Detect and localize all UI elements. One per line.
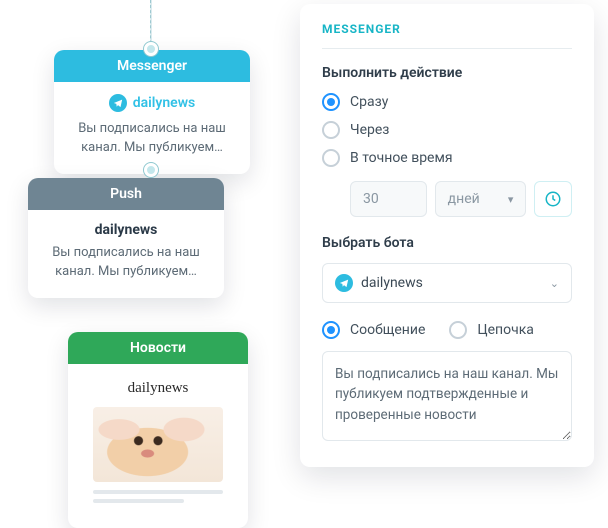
card-header: Новости [68,332,248,364]
radio-icon [322,149,340,167]
radio-icon [449,321,467,339]
message-preview: Вы подписались на наш канал. Мы публикуе… [68,120,236,158]
card-push[interactable]: Push dailynews Вы подписались на наш кан… [28,178,224,298]
chevron-down-icon: ▾ [508,193,514,206]
panel-title: MESSENGER [322,22,572,36]
delay-value-input[interactable]: 30 [350,181,427,217]
radio-icon [322,321,340,339]
bot-select[interactable]: dailynews ⌄ [322,263,572,303]
bot-section-label: Выбрать бота [322,235,572,251]
bot-selected-label: dailynews [361,275,423,291]
delay-unit-select[interactable]: дней ▾ [435,181,527,217]
clock-icon [544,190,562,208]
channel-row: dailynews [68,94,236,112]
channel-name: dailynews [133,95,196,111]
card-news[interactable]: Новости dailynews [68,332,248,528]
time-picker-button[interactable] [534,181,572,217]
card-header: Push [28,178,224,210]
message-preview: Вы подписались на наш канал. Мы публикуе… [42,244,210,282]
delay-unit-label: дней [448,191,480,207]
connector-dot [144,42,158,56]
radio-label: В точное время [350,150,453,166]
timing-option-delay[interactable]: Через [322,121,572,139]
radio-icon [322,93,340,111]
news-image [93,407,223,482]
divider [322,48,572,49]
timing-radio-group: Сразу Через В точное время [322,93,572,167]
news-text-placeholder [93,490,223,503]
radio-label: Цепочка [477,322,534,338]
radio-label: Через [350,122,389,138]
push-title: dailynews [42,222,210,238]
radio-label: Сообщение [350,322,425,338]
radio-icon [322,121,340,139]
action-section-label: Выполнить действие [322,65,572,81]
timing-option-exact[interactable]: В точное время [322,149,572,167]
content-type-radio-group: Сообщение Цепочка [322,321,572,339]
content-type-chain[interactable]: Цепочка [449,321,534,339]
content-type-message[interactable]: Сообщение [322,321,425,339]
timing-option-immediate[interactable]: Сразу [322,93,572,111]
telegram-icon [335,274,353,292]
message-textarea[interactable] [322,351,572,441]
card-messenger[interactable]: Messenger dailynews Вы подписались на на… [54,50,250,174]
radio-label: Сразу [350,94,388,110]
telegram-icon [109,94,127,112]
news-brand: dailynews [82,380,234,397]
chevron-down-icon: ⌄ [550,277,559,290]
connector-dot [144,163,158,177]
settings-panel: MESSENGER Выполнить действие Сразу Через… [300,4,594,467]
